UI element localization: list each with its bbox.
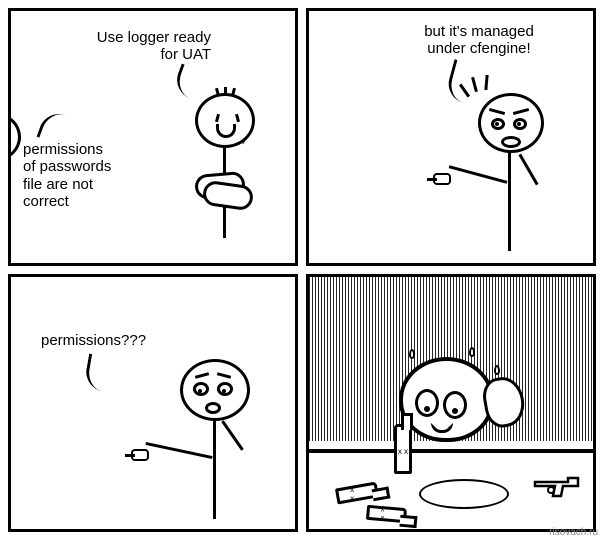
liquid-spill bbox=[419, 479, 509, 509]
sweat-drop bbox=[494, 365, 500, 375]
character-left bbox=[8, 133, 61, 266]
panel-4: x x x x x x bbox=[306, 274, 596, 532]
p1-text-top: Use logger ready for UAT bbox=[61, 29, 211, 64]
panel-2: but it's managed under cfengine! bbox=[306, 8, 596, 266]
panel-1: Use logger ready for UAT permissions of … bbox=[8, 8, 298, 266]
character-pointing-angry bbox=[423, 73, 563, 253]
sweat-drop bbox=[409, 349, 415, 359]
bottle-standing: x x bbox=[394, 424, 412, 474]
character-right-happy: ﾉ bbox=[155, 93, 275, 253]
sweat-drop bbox=[469, 347, 475, 357]
character-despair-head bbox=[399, 357, 494, 442]
gun-icon bbox=[533, 474, 583, 499]
character-pointing-worried bbox=[125, 339, 265, 519]
comic-grid: Use logger ready for UAT permissions of … bbox=[0, 0, 604, 540]
panel-3: permissions??? bbox=[8, 274, 298, 532]
p2-text: but it's managed under cfengine! bbox=[399, 23, 559, 58]
speech-tail bbox=[83, 354, 109, 392]
watermark: risovach.ru bbox=[549, 527, 598, 538]
